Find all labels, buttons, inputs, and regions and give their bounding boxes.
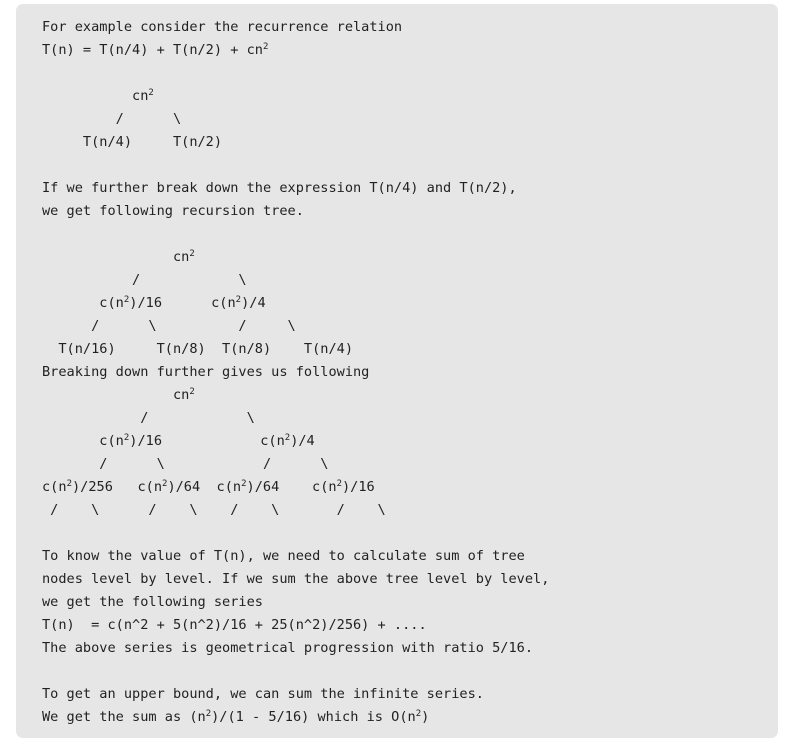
- code-line: To get an upper bound, we can sum the in…: [42, 686, 484, 702]
- code-line: cn2: [42, 387, 195, 403]
- superscript: 2: [284, 433, 291, 444]
- code-line: we get following recursion tree.: [42, 203, 304, 219]
- code-line: c(n2)/16 c(n2)/4: [42, 295, 266, 311]
- code-line: we get the following series: [42, 594, 263, 610]
- code-line: T(n) = T(n/4) + T(n/2) + cn2: [42, 42, 269, 58]
- code-line: c(n2)/16 c(n2)/4: [42, 433, 315, 449]
- superscript: 2: [336, 479, 342, 490]
- superscript: 2: [123, 295, 130, 306]
- superscript: 2: [162, 479, 168, 490]
- superscript: 2: [241, 479, 247, 490]
- code-line: T(n/16) T(n/8) T(n/8) T(n/4): [42, 341, 353, 357]
- superscript: 2: [189, 387, 195, 398]
- code-line: nodes level by level. If we sum the abov…: [42, 571, 550, 587]
- superscript: 2: [189, 249, 195, 260]
- superscript: 2: [262, 42, 269, 53]
- code-line: / \ / \: [42, 456, 329, 472]
- superscript: 2: [415, 709, 422, 720]
- code-line: c(n2)/256 c(n2)/64 c(n2)/64 c(n2)/16: [42, 479, 375, 495]
- superscript: 2: [66, 479, 72, 490]
- superscript: 2: [235, 295, 242, 306]
- code-line: cn2: [42, 88, 154, 104]
- code-line: / \: [42, 410, 255, 426]
- code-block: For example consider the recurrence rela…: [16, 4, 778, 738]
- code-line: For example consider the recurrence rela…: [42, 19, 403, 35]
- code-line: To know the value of T(n), we need to ca…: [42, 548, 525, 564]
- code-line: / \ / \ / \ / \: [42, 502, 386, 518]
- code-line: Breaking down further gives us following: [42, 364, 370, 380]
- code-line: The above series is geometrical progress…: [42, 640, 534, 656]
- code-line: / \ / \: [42, 318, 296, 334]
- code-line: If we further break down the expression …: [42, 180, 517, 196]
- superscript: 2: [123, 433, 130, 444]
- code-line: / \: [42, 111, 182, 127]
- code-line: T(n/4) T(n/2): [42, 134, 223, 150]
- code-line: We get the sum as (n2)/(1 - 5/16) which …: [42, 709, 430, 725]
- code-line: cn2: [42, 249, 195, 265]
- code-line: / \: [42, 272, 247, 288]
- code-line: T(n) = c(n^2 + 5(n^2)/16 + 25(n^2)/256) …: [42, 617, 427, 633]
- superscript: 2: [205, 709, 212, 720]
- superscript: 2: [148, 88, 154, 99]
